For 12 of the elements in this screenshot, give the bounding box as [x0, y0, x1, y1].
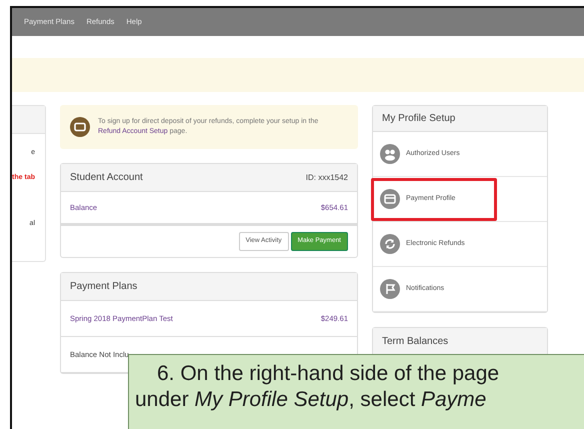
account-id: ID: xxx1542	[306, 172, 348, 184]
card-title: Student Account	[70, 171, 143, 185]
card-icon	[380, 189, 400, 209]
card-title: Payment Plans	[70, 280, 138, 294]
flag-icon	[380, 279, 400, 299]
instruction-text: 6. On the right-hand side of the page	[156, 361, 500, 387]
users-icon	[380, 144, 400, 164]
refresh-icon	[380, 234, 400, 254]
card-title: Term Balances	[382, 335, 448, 349]
card-title: My Profile Setup	[382, 112, 456, 126]
instruction-text: under My Profile Setup, select Payme	[134, 387, 488, 414]
refund-icon	[70, 117, 90, 137]
